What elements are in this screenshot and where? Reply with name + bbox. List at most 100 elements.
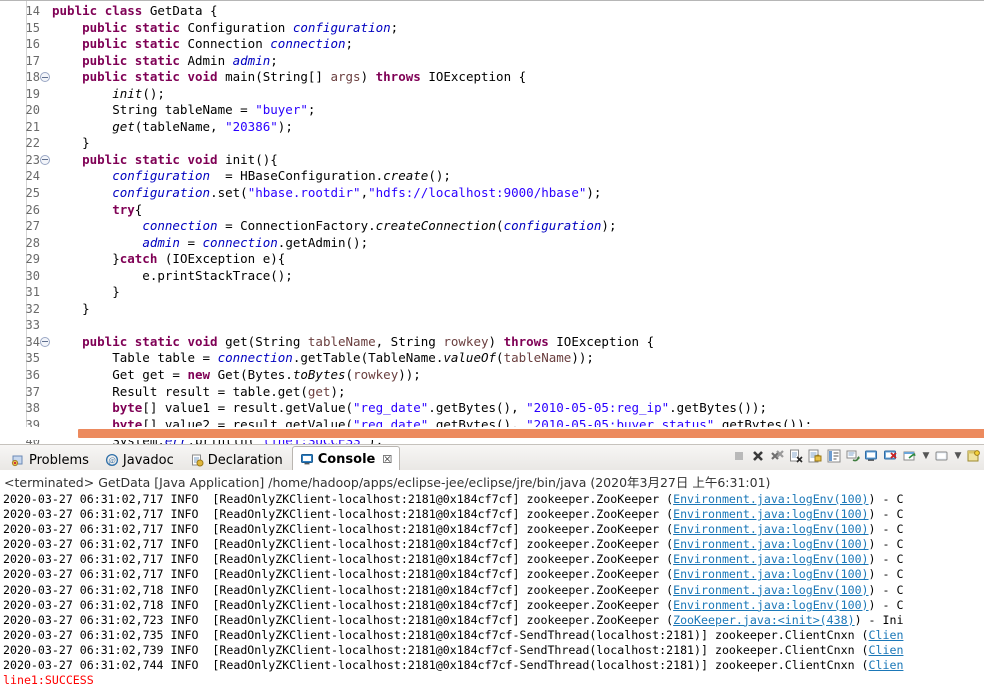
code-line[interactable]: 14 public class GetData { bbox=[0, 3, 984, 20]
show-console-on-output-icon[interactable] bbox=[845, 448, 861, 464]
code-line[interactable]: 17 public static Admin admin; bbox=[0, 53, 984, 70]
code-token: ); bbox=[277, 118, 293, 134]
code-token: [] value1 = result.getValue( bbox=[142, 400, 354, 416]
stack-trace-link[interactable]: Environment.java:logEnv(100) bbox=[673, 583, 868, 597]
code-token: create bbox=[383, 168, 429, 184]
open-console-icon[interactable] bbox=[902, 448, 918, 464]
console-log-line: 2020-03-27 06:31:02,717 INFO [ReadOnlyZK… bbox=[0, 492, 984, 507]
code-token: createConnection bbox=[375, 218, 497, 234]
line-number: 22 bbox=[25, 136, 40, 151]
stack-trace-link[interactable]: Clien bbox=[869, 628, 904, 642]
code-line[interactable]: 20 String tableName = "buyer"; bbox=[0, 102, 984, 119]
display-selected-console-icon[interactable] bbox=[864, 448, 880, 464]
line-number: 37 bbox=[25, 384, 40, 399]
chevron-down-icon[interactable]: ▼ bbox=[921, 451, 931, 461]
close-icon[interactable]: ☒ bbox=[382, 453, 392, 466]
code-lines-container[interactable]: 14 public class GetData {15 public static… bbox=[0, 3, 984, 444]
line-number: 17 bbox=[25, 53, 40, 68]
log-text-tail: ) - C bbox=[868, 582, 904, 597]
code-line[interactable]: 34 public static void get(String tableNa… bbox=[0, 334, 984, 351]
code-line[interactable]: 24 configuration = HBaseConfiguration.cr… bbox=[0, 168, 984, 185]
code-text: Get get = new Get(Bytes.toBytes(rowkey))… bbox=[52, 367, 421, 384]
stack-trace-link[interactable]: Environment.java:logEnv(100) bbox=[673, 492, 868, 506]
code-token: ) bbox=[360, 69, 376, 85]
code-token: } bbox=[52, 251, 120, 267]
code-line[interactable]: 38 byte[] value1 = result.getValue("reg_… bbox=[0, 400, 984, 417]
code-line[interactable]: 33 bbox=[0, 317, 984, 334]
code-line[interactable]: 31 } bbox=[0, 284, 984, 301]
tab-javadoc[interactable]: @ Javadoc bbox=[98, 449, 181, 471]
code-line[interactable]: 29 }catch (IOException e){ bbox=[0, 251, 984, 268]
code-line[interactable]: 22 } bbox=[0, 135, 984, 152]
editor-hscroll-track[interactable] bbox=[26, 427, 984, 440]
javadoc-icon: @ bbox=[105, 453, 119, 467]
view-menu-icon[interactable] bbox=[966, 448, 982, 464]
view-tab-bar: Problems @ Javadoc Declaration Console ☒ ▼ ▼ bbox=[0, 444, 984, 472]
code-token: rowkey bbox=[353, 367, 399, 383]
tab-declaration[interactable]: Declaration bbox=[183, 449, 290, 471]
stack-trace-link[interactable]: Environment.java:logEnv(100) bbox=[673, 567, 868, 581]
line-number: 34 bbox=[25, 334, 40, 349]
code-token: valueOf bbox=[443, 350, 497, 366]
code-line[interactable]: 23 public static void init(){ bbox=[0, 152, 984, 169]
code-line[interactable]: 32 } bbox=[0, 301, 984, 318]
code-token: public static bbox=[52, 36, 188, 52]
console-output-area[interactable]: <terminated> GetData [Java Application] … bbox=[0, 470, 984, 684]
stack-trace-link[interactable]: Environment.java:logEnv(100) bbox=[673, 537, 868, 551]
stack-trace-link[interactable]: Environment.java:logEnv(100) bbox=[673, 598, 868, 612]
chevron-down-icon[interactable]: ▼ bbox=[953, 451, 963, 461]
terminate-icon[interactable] bbox=[731, 448, 747, 464]
stack-trace-link[interactable]: ZooKeeper.java:<init>(438) bbox=[673, 613, 854, 627]
stack-trace-link[interactable]: Clien bbox=[869, 643, 904, 657]
code-text: public static Configuration configuratio… bbox=[52, 20, 398, 37]
pin-console-icon[interactable] bbox=[883, 448, 899, 464]
code-line[interactable]: 16 public static Connection connection; bbox=[0, 36, 984, 53]
line-number: 14 bbox=[25, 4, 40, 18]
line-number: 27 bbox=[25, 219, 40, 234]
code-line[interactable]: 18 public static void main(String[] args… bbox=[0, 69, 984, 86]
code-line[interactable]: 30 e.printStackTrace(); bbox=[0, 268, 984, 285]
stack-trace-link[interactable]: Clien bbox=[869, 658, 904, 672]
code-token: .getBytes(), bbox=[428, 400, 527, 416]
code-token: main(String[] bbox=[225, 69, 331, 85]
tab-console[interactable]: Console ☒ bbox=[291, 446, 401, 471]
remove-all-terminated-icon[interactable] bbox=[769, 448, 785, 464]
line-number: 24 bbox=[25, 169, 40, 184]
console-log-line: 2020-03-27 06:31:02,718 INFO [ReadOnlyZK… bbox=[0, 583, 984, 598]
code-token: "2010-05-05:reg_ip" bbox=[526, 400, 670, 416]
log-text-tail: ) - C bbox=[868, 492, 904, 506]
console-log-lines[interactable]: 2020-03-27 06:31:02,717 INFO [ReadOnlyZK… bbox=[0, 492, 984, 684]
lock-scroll-icon[interactable] bbox=[807, 448, 823, 464]
fold-collapse-icon[interactable] bbox=[40, 72, 50, 83]
remove-launch-icon[interactable] bbox=[750, 448, 766, 464]
new-console-dropdown-icon[interactable] bbox=[934, 448, 950, 464]
code-line[interactable]: 35 Table table = connection.getTable(Tab… bbox=[0, 350, 984, 367]
code-line[interactable]: 27 connection = ConnectionFactory.create… bbox=[0, 218, 984, 235]
code-line[interactable]: 28 admin = connection.getAdmin(); bbox=[0, 235, 984, 252]
code-text: Result result = table.get(get); bbox=[52, 383, 345, 401]
code-line[interactable]: 26 try{ bbox=[0, 202, 984, 219]
code-line[interactable]: 36 Get get = new Get(Bytes.toBytes(rowke… bbox=[0, 367, 984, 384]
code-line[interactable]: 25 configuration.set("hbase.rootdir","hd… bbox=[0, 185, 984, 202]
stack-trace-link[interactable]: Environment.java:logEnv(100) bbox=[673, 552, 868, 566]
word-wrap-icon[interactable] bbox=[826, 448, 842, 464]
stack-trace-link[interactable]: Environment.java:logEnv(100) bbox=[673, 522, 868, 536]
code-line[interactable]: 19 init(); bbox=[0, 86, 984, 103]
code-line[interactable]: 15 public static Configuration configura… bbox=[0, 20, 984, 37]
tab-problems[interactable]: Problems bbox=[4, 449, 96, 471]
stack-trace-link[interactable]: Environment.java:logEnv(100) bbox=[673, 507, 868, 521]
code-token: Result result = table.get( bbox=[52, 383, 308, 399]
log-text: 2020-03-27 06:31:02,723 INFO [ReadOnlyZK… bbox=[3, 612, 674, 627]
console-toolbar: ▼ ▼ bbox=[731, 448, 982, 464]
fold-collapse-icon[interactable] bbox=[40, 336, 50, 347]
clear-console-icon[interactable] bbox=[788, 448, 804, 464]
code-line[interactable]: 37 Result result = table.get(get); bbox=[0, 384, 984, 401]
code-line[interactable]: 21 get(tableName, "20386"); bbox=[0, 119, 984, 136]
code-token: get(String bbox=[225, 333, 308, 349]
log-text-tail: ) - C bbox=[868, 537, 904, 552]
java-code-editor[interactable]: 14 public class GetData {15 public static… bbox=[0, 0, 984, 444]
editor-horizontal-scrollbar[interactable] bbox=[78, 429, 984, 438]
fold-collapse-icon[interactable] bbox=[40, 154, 50, 165]
line-number: 26 bbox=[25, 202, 40, 217]
console-log-line: 2020-03-27 06:31:02,739 INFO [ReadOnlyZK… bbox=[0, 643, 984, 658]
